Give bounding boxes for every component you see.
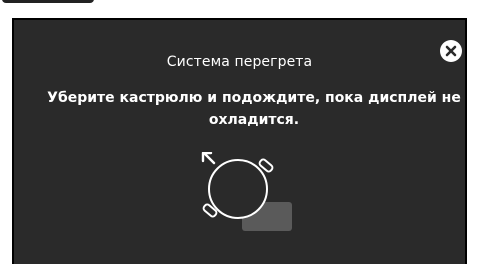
overheat-dialog: Система перегрета Уберите кастрюлю и под… [12, 18, 467, 264]
dialog-title: Система перегрета [166, 54, 313, 70]
pot-remove-from-burner-icon [201, 152, 292, 231]
top-edge-bar [2, 0, 94, 3]
remove-arrow [201, 152, 216, 165]
top-edge-strip [0, 0, 100, 4]
dialog-message: Уберите кастрюлю и подождите, пока диспл… [47, 90, 461, 128]
